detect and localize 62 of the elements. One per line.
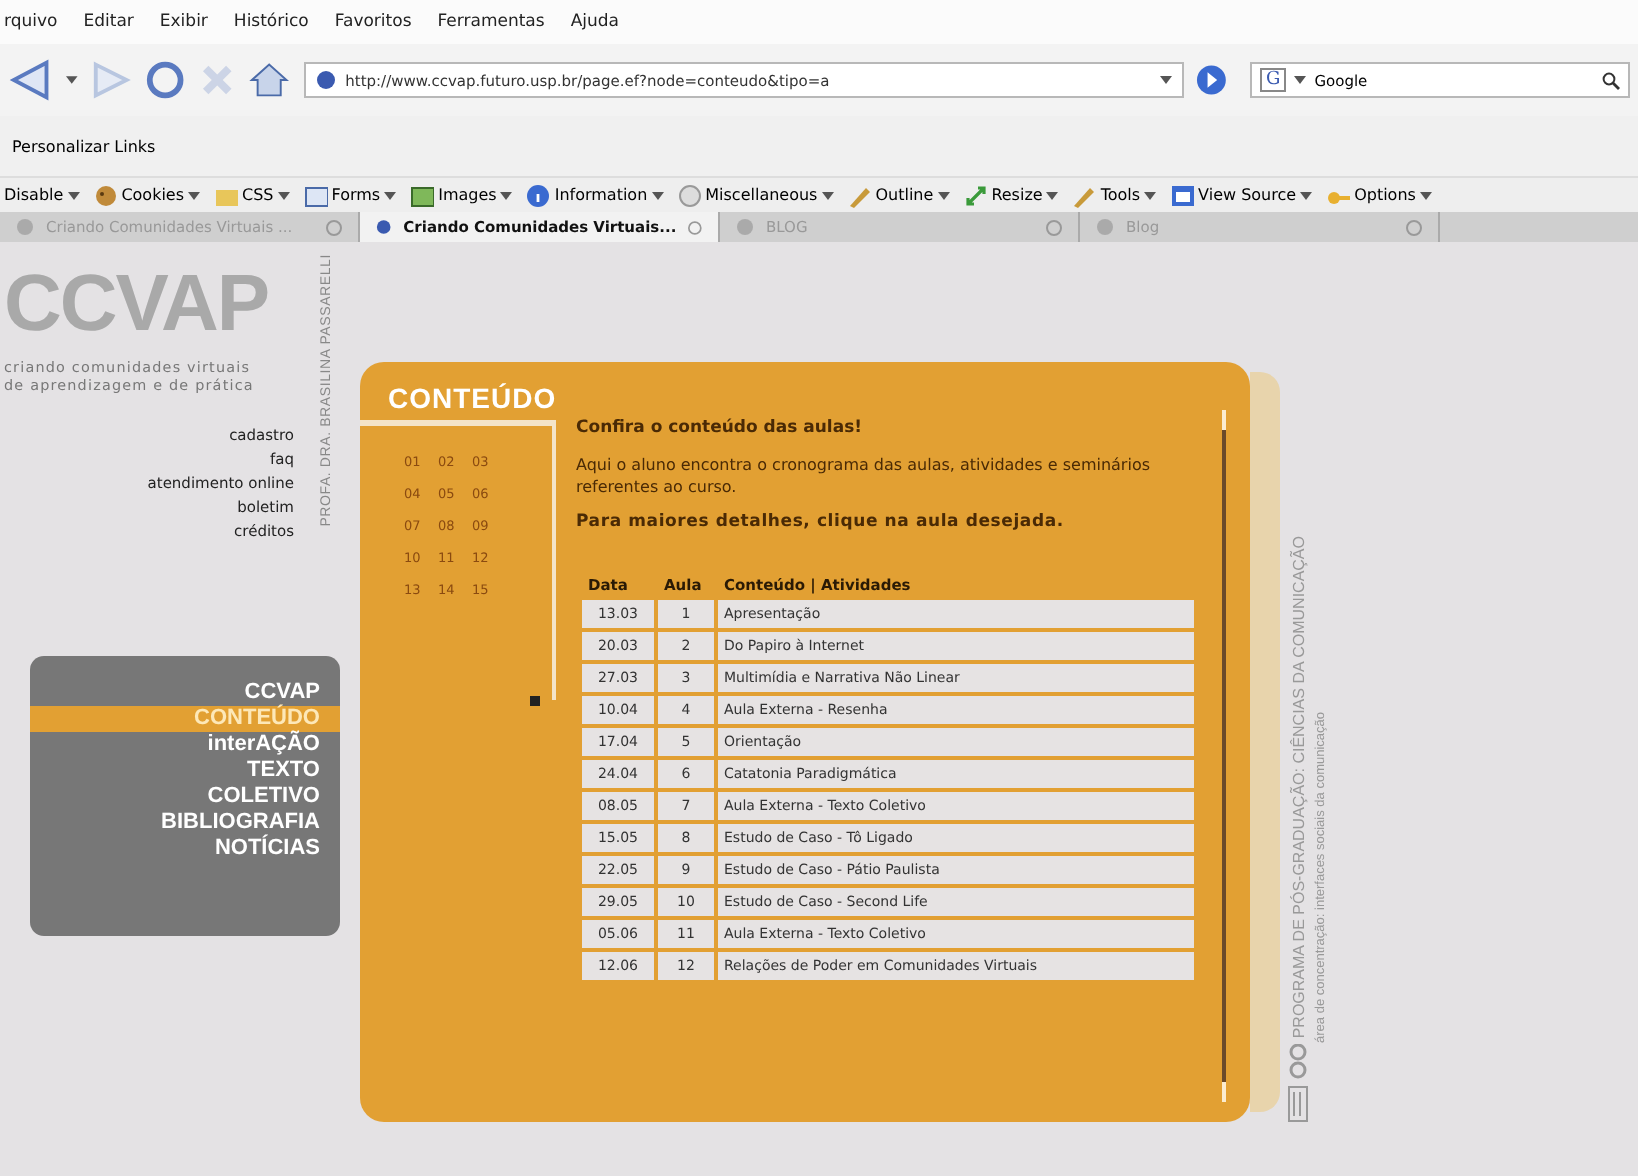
caret-icon [384,191,397,199]
hint-text: Para maiores detalhes, clique na aula desejada. [576,512,1066,532]
close-icon[interactable] [688,219,702,235]
home-icon[interactable] [248,60,292,100]
caret-icon [1419,191,1432,199]
nav-item[interactable]: NOTÍCIAS [30,836,340,862]
caret-icon [277,191,290,199]
caret-icon [1300,191,1313,199]
nav-item[interactable]: BIBLIOGRAFIA [30,810,340,836]
toolbar-menu[interactable]: Options [1326,183,1432,207]
form-icon [303,183,328,207]
caret-icon [188,191,201,199]
menu-item[interactable]: Histórico [233,12,309,32]
bookmark-link[interactable]: Personalizar Links [12,137,156,155]
section-title: CONTEÚDO [386,380,556,418]
menu-item[interactable]: rquivo [4,12,58,32]
scrollbar[interactable] [1222,410,1226,1102]
nav-item[interactable]: TEXTO COLETIVO [30,758,340,810]
caret-icon [67,191,80,199]
menu-item[interactable]: Exibir [159,12,208,32]
caret-icon [651,191,664,199]
toolbar-menu[interactable]: Forms [303,183,397,207]
caret-icon [1294,76,1307,84]
caret-icon [1159,76,1172,84]
nav-item[interactable]: CCVAP [30,680,340,706]
pen-icon [847,183,872,207]
program-title: PROGRAMA DE PÓS-GRADUAÇÃO: CIÊNCIAS DA COMUNICAÇÃO [1289,535,1307,1038]
toolbar-menu[interactable]: Tools [1072,183,1157,207]
cookie-icon [93,183,118,207]
image-icon [410,183,435,207]
caret-icon [500,191,513,199]
square-icon [530,696,540,706]
search-icon[interactable] [1602,71,1621,89]
caret-icon [821,191,834,199]
reload-icon[interactable] [144,58,187,102]
toolbar-menu[interactable]: Miscellaneous [677,183,834,207]
caret-icon [937,191,950,199]
toolbar-menu[interactable]: CSS [214,183,290,207]
caret-icon [66,76,78,84]
nav-item[interactable]: interAÇÃO [30,732,340,758]
resize-icon [963,183,988,207]
info-icon [526,183,551,207]
heading: Confira o conteúdo das aulas! [576,418,865,438]
toolbar-menu[interactable]: Resize [963,183,1059,207]
caret-icon [1046,191,1059,199]
toolbar-menu[interactable]: Outline [847,183,950,207]
source-icon [1170,183,1195,207]
menu-item[interactable]: Ajuda [570,12,619,32]
go-icon[interactable] [1195,64,1227,96]
intro-text: Aqui o aluno encontra o cronograma das aulas, atividades e seminários referentes ao curso. [576,454,1152,498]
logo-icon [1288,1086,1308,1122]
toolbar-menu[interactable]: Disable [4,186,80,204]
caret-icon [1144,191,1157,199]
pen-icon [1072,183,1097,207]
toolbar-menu[interactable]: View Source [1170,183,1313,207]
logo-icon [1288,1044,1308,1080]
toolbar-menu[interactable]: Images [410,183,513,207]
menu-item[interactable]: Favoritos [334,12,412,32]
menu-item[interactable]: Ferramentas [437,12,545,32]
toolbar-menu[interactable]: Cookies [93,183,201,207]
menu-item[interactable]: Editar [83,12,134,32]
toolbar-menu[interactable]: Information [526,183,664,207]
